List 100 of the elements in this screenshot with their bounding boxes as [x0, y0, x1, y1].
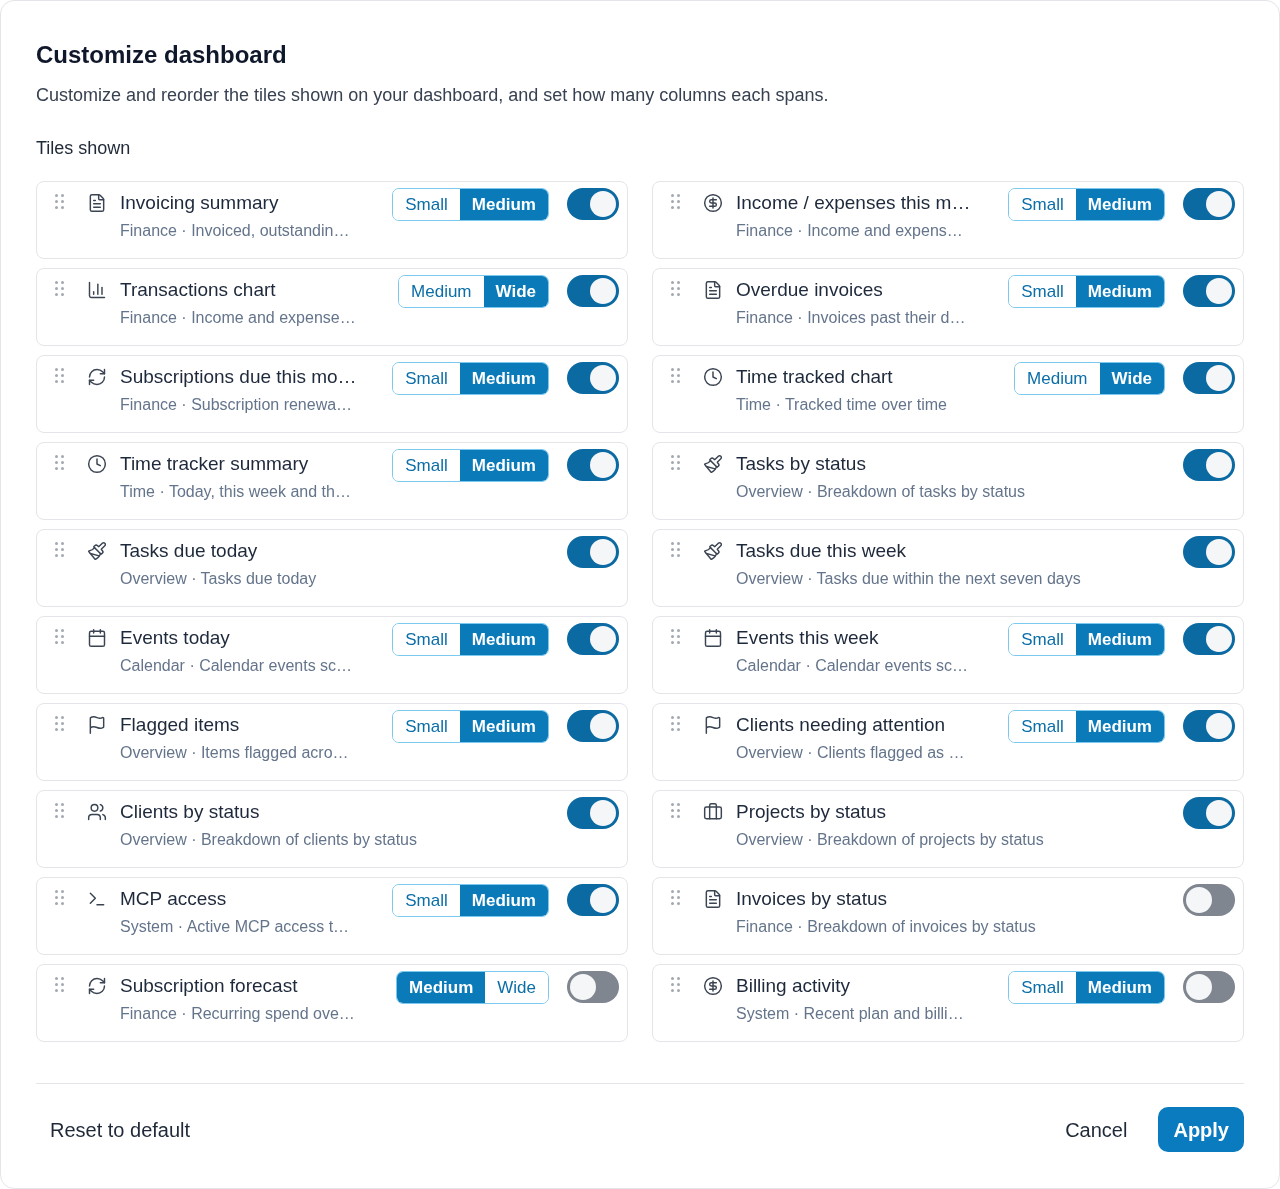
toggle-switch[interactable] — [1183, 797, 1235, 829]
section-heading: Tiles shown — [36, 137, 131, 160]
tile-description: Overview · Items flagged acro… — [120, 743, 349, 763]
size-option[interactable]: Medium — [397, 972, 486, 1003]
toggle-switch[interactable] — [567, 797, 619, 829]
size-option[interactable]: Wide — [483, 276, 548, 307]
toggle-switch[interactable] — [567, 275, 619, 307]
briefcase-icon — [703, 802, 723, 822]
tile-description: Finance · Income and expens… — [736, 221, 963, 241]
size-option[interactable]: Medium — [459, 711, 548, 742]
tile-title: Clients by status — [120, 800, 260, 824]
toggle-switch[interactable] — [1183, 971, 1235, 1003]
drag-handle-icon[interactable] — [55, 368, 64, 383]
dollar-circle-icon — [703, 193, 723, 213]
tile-description: Time · Today, this week and th… — [120, 482, 351, 502]
drag-handle-icon[interactable] — [55, 194, 64, 209]
drag-handle-icon[interactable] — [55, 977, 64, 992]
toggle-switch[interactable] — [567, 362, 619, 394]
tile-description: Overview · Breakdown of tasks by status — [736, 482, 1025, 502]
tile-description: Finance · Subscription renewa… — [120, 395, 353, 415]
tile-title: Time tracked chart — [736, 365, 893, 389]
drag-handle-icon[interactable] — [671, 194, 680, 209]
drag-handle-icon[interactable] — [55, 716, 64, 731]
toggle-switch[interactable] — [1183, 362, 1235, 394]
toggle-switch[interactable] — [567, 188, 619, 220]
reset-button[interactable]: Reset to default — [36, 1107, 205, 1152]
drag-handle-icon[interactable] — [55, 890, 64, 905]
tile-title: Overdue invoices — [736, 278, 883, 302]
size-option[interactable]: Medium — [459, 189, 548, 220]
toggle-switch[interactable] — [1183, 188, 1235, 220]
tile-description: Finance · Breakdown of invoices by status — [736, 917, 1036, 937]
size-option[interactable]: Medium — [459, 885, 548, 916]
size-option[interactable]: Medium — [459, 450, 548, 481]
tile-title: Subscription forecast — [120, 974, 298, 998]
drag-handle-icon[interactable] — [55, 455, 64, 470]
size-option[interactable]: Medium — [1075, 711, 1164, 742]
tile-title: Clients needing attention — [736, 713, 946, 737]
tile-title: Events today — [120, 626, 230, 650]
size-option[interactable]: Medium — [459, 624, 548, 655]
toggle-switch[interactable] — [1183, 449, 1235, 481]
circular-arrows-icon — [87, 976, 107, 996]
tile-title: Invoicing summary — [120, 191, 279, 215]
paintbrush-icon — [703, 541, 723, 561]
toggle-switch[interactable] — [567, 884, 619, 916]
tile-description: System · Active MCP access t… — [120, 917, 350, 937]
document-icon — [703, 889, 723, 909]
tile-title: Tasks due today — [120, 539, 258, 563]
drag-handle-icon[interactable] — [671, 629, 680, 644]
drag-handle-icon[interactable] — [55, 629, 64, 644]
drag-handle-icon[interactable] — [671, 890, 680, 905]
flag-icon — [87, 715, 107, 735]
size-option[interactable]: Medium — [1075, 972, 1164, 1003]
tile-description: Calendar · Calendar events sc… — [736, 656, 969, 676]
toggle-switch[interactable] — [567, 971, 619, 1003]
toggle-switch[interactable] — [567, 623, 619, 655]
drag-handle-icon[interactable] — [671, 455, 680, 470]
toggle-switch[interactable] — [1183, 884, 1235, 916]
circular-arrows-icon — [87, 367, 107, 387]
drag-handle-icon[interactable] — [671, 977, 680, 992]
toggle-switch[interactable] — [1183, 536, 1235, 568]
document-icon — [87, 193, 107, 213]
drag-handle-icon[interactable] — [55, 803, 64, 818]
users-icon — [87, 802, 107, 822]
paintbrush-icon — [703, 454, 723, 474]
size-option[interactable]: Medium — [1075, 276, 1164, 307]
tile-title: Tasks due this week — [736, 539, 907, 563]
terminal-icon — [87, 889, 107, 909]
toggle-switch[interactable] — [1183, 623, 1235, 655]
tile-description: Calendar · Calendar events sc… — [120, 656, 353, 676]
tile-title: Projects by status — [736, 800, 886, 824]
toggle-switch[interactable] — [567, 536, 619, 568]
tile-title: Time tracker summary — [120, 452, 309, 476]
cancel-button[interactable]: Cancel — [1051, 1107, 1142, 1152]
drag-handle-icon[interactable] — [55, 542, 64, 557]
dialog-title: Customize dashboard — [36, 40, 287, 70]
tile-description: Overview · Tasks due today — [120, 569, 317, 589]
drag-handle-icon[interactable] — [55, 281, 64, 296]
document-icon — [703, 280, 723, 300]
toggle-switch[interactable] — [567, 710, 619, 742]
size-option[interactable]: Medium — [459, 363, 548, 394]
drag-handle-icon[interactable] — [671, 803, 680, 818]
toggle-switch[interactable] — [1183, 275, 1235, 307]
drag-handle-icon[interactable] — [671, 716, 680, 731]
size-option[interactable]: Medium — [1075, 189, 1164, 220]
drag-handle-icon[interactable] — [671, 368, 680, 383]
size-option[interactable]: Wide — [1099, 363, 1164, 394]
tile-description: Overview · Clients flagged as … — [736, 743, 965, 763]
tile-title: Subscriptions due this mo… — [120, 365, 357, 389]
drag-handle-icon[interactable] — [671, 542, 680, 557]
drag-handle-icon[interactable] — [671, 281, 680, 296]
tile-title: Events this week — [736, 626, 879, 650]
tile-description: Finance · Invoiced, outstandin… — [120, 221, 350, 241]
tile-title: Invoices by status — [736, 887, 888, 911]
toggle-switch[interactable] — [567, 449, 619, 481]
dialog-description: Customize and reorder the tiles shown on your dashboard, and set how many columns each spans. — [36, 84, 829, 107]
tile-title: Tasks by status — [736, 452, 866, 476]
apply-button[interactable]: Apply — [1158, 1107, 1244, 1152]
toggle-switch[interactable] — [1183, 710, 1235, 742]
tile-title: Income / expenses this m… — [736, 191, 971, 215]
size-option[interactable]: Medium — [1075, 624, 1164, 655]
